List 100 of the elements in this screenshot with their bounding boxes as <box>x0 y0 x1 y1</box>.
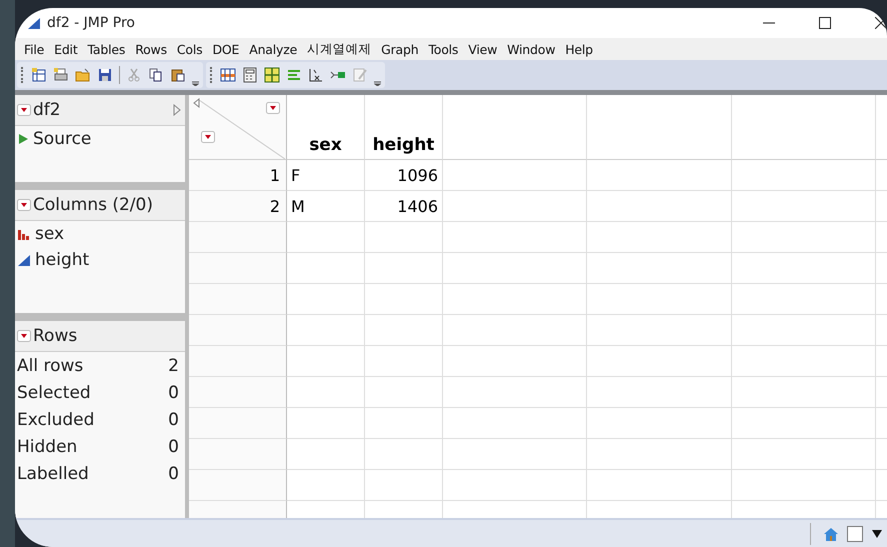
row-header[interactable] <box>189 377 287 408</box>
empty-cell[interactable] <box>587 284 732 315</box>
row-header[interactable] <box>189 470 287 501</box>
empty-cell[interactable] <box>443 439 587 470</box>
empty-cell[interactable] <box>443 377 587 408</box>
paste-icon[interactable] <box>170 67 186 83</box>
printer-icon[interactable] <box>53 67 69 83</box>
column-name[interactable]: sex <box>35 224 64 244</box>
dropdown-icon[interactable] <box>17 104 31 116</box>
empty-cell[interactable] <box>443 346 587 377</box>
play-icon[interactable] <box>17 133 29 145</box>
row-header[interactable] <box>189 501 287 518</box>
empty-column-header[interactable] <box>732 95 876 160</box>
formula-icon[interactable] <box>308 67 324 83</box>
menu-item[interactable]: Graph <box>376 42 424 56</box>
menu-item[interactable]: Help <box>560 42 598 56</box>
empty-cell[interactable] <box>443 284 587 315</box>
save-icon[interactable] <box>97 67 113 83</box>
folder-icon[interactable] <box>75 67 91 83</box>
empty-cell[interactable] <box>365 315 443 346</box>
empty-cell[interactable] <box>587 253 732 284</box>
close-icon[interactable] <box>875 17 887 29</box>
empty-cell[interactable] <box>732 346 876 377</box>
row-header[interactable] <box>189 315 287 346</box>
scissors-icon[interactable] <box>126 67 142 83</box>
table-icon[interactable] <box>220 67 236 83</box>
empty-cell[interactable] <box>587 222 732 253</box>
expand-arrow-icon[interactable] <box>173 104 181 116</box>
menu-item[interactable]: Rows <box>130 42 172 56</box>
grid-icon[interactable] <box>264 67 280 83</box>
empty-cell[interactable] <box>587 346 732 377</box>
column-name[interactable]: height <box>35 250 90 270</box>
row-number[interactable]: 2 <box>189 191 287 222</box>
empty-cell[interactable] <box>365 470 443 501</box>
menu-item[interactable]: 시계열예제 <box>302 40 376 58</box>
empty-cell[interactable] <box>443 253 587 284</box>
empty-cell[interactable] <box>732 377 876 408</box>
menu-item[interactable]: Window <box>502 42 560 56</box>
empty-cell[interactable] <box>365 253 443 284</box>
empty-cell[interactable] <box>732 439 876 470</box>
row-header[interactable] <box>189 346 287 377</box>
home-icon[interactable] <box>823 526 839 542</box>
empty-cell[interactable] <box>365 439 443 470</box>
menu-item[interactable]: File <box>19 42 50 56</box>
empty-cell[interactable] <box>732 315 876 346</box>
empty-cell[interactable] <box>443 470 587 501</box>
dropdown-icon[interactable] <box>17 199 31 211</box>
empty-cell[interactable] <box>732 191 876 222</box>
empty-cell[interactable] <box>443 222 587 253</box>
menu-item[interactable]: Tables <box>82 42 130 56</box>
empty-cell[interactable] <box>732 160 876 191</box>
empty-cell[interactable] <box>365 284 443 315</box>
empty-cell[interactable] <box>732 408 876 439</box>
empty-cell[interactable] <box>365 346 443 377</box>
lines-icon[interactable] <box>286 67 302 83</box>
dropdown-arrow-icon[interactable] <box>871 528 883 538</box>
empty-cell[interactable] <box>587 377 732 408</box>
menu-item[interactable]: Tools <box>423 42 464 56</box>
row-header[interactable] <box>189 253 287 284</box>
menu-item[interactable]: Cols <box>172 42 208 56</box>
pen-icon[interactable] <box>352 67 368 83</box>
empty-cell[interactable] <box>365 222 443 253</box>
empty-column-header[interactable] <box>587 95 732 160</box>
column-header[interactable]: height <box>365 95 443 160</box>
checkbox-icon[interactable] <box>847 526 863 542</box>
column-header[interactable]: sex <box>287 95 365 160</box>
menu-item[interactable]: Analyze <box>244 42 302 56</box>
source-item[interactable]: Source <box>33 129 92 149</box>
empty-cell[interactable] <box>587 315 732 346</box>
empty-cell[interactable] <box>732 470 876 501</box>
empty-cell[interactable] <box>443 160 587 191</box>
empty-cell[interactable] <box>587 191 732 222</box>
calculator-icon[interactable] <box>242 67 258 83</box>
row-number[interactable]: 1 <box>189 160 287 191</box>
row-header[interactable] <box>189 284 287 315</box>
empty-cell[interactable] <box>732 253 876 284</box>
empty-cell[interactable] <box>587 439 732 470</box>
empty-cell[interactable] <box>443 408 587 439</box>
empty-cell[interactable] <box>365 377 443 408</box>
maximize-icon[interactable] <box>819 17 831 29</box>
dropdown-icon[interactable] <box>266 102 280 114</box>
row-header[interactable] <box>189 222 287 253</box>
empty-cell[interactable] <box>732 284 876 315</box>
empty-column-header[interactable] <box>443 95 587 160</box>
empty-cell[interactable] <box>443 315 587 346</box>
empty-cell[interactable] <box>587 470 732 501</box>
dropdown-icon[interactable] <box>201 131 215 143</box>
new-table-icon[interactable] <box>31 67 47 83</box>
empty-cell[interactable] <box>443 191 587 222</box>
empty-cell[interactable] <box>587 160 732 191</box>
dropdown-icon[interactable] <box>17 330 31 342</box>
menu-item[interactable]: DOE <box>207 42 244 56</box>
empty-cell[interactable] <box>587 408 732 439</box>
copy-icon[interactable] <box>148 67 164 83</box>
row-header[interactable] <box>189 439 287 470</box>
empty-cell[interactable] <box>365 408 443 439</box>
menu-item[interactable]: Edit <box>49 42 83 56</box>
collapse-arrow-icon[interactable] <box>193 98 200 108</box>
empty-cell[interactable] <box>732 222 876 253</box>
row-header[interactable] <box>189 408 287 439</box>
